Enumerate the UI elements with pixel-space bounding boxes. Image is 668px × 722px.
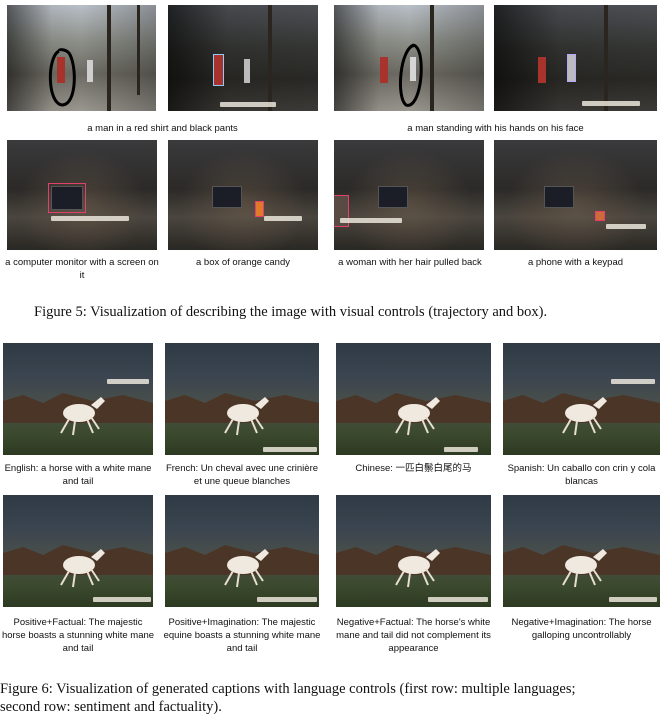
tree — [604, 5, 608, 111]
caption-overlay-box — [257, 597, 317, 602]
fig5-row2-caption-1: a computer monitor with a screen on it — [5, 257, 159, 281]
fig6-row2-caption-1: Positive+Factual: The majestic horse boa… — [1, 617, 155, 654]
caption-overlay-box — [340, 218, 402, 223]
person-standing — [567, 54, 576, 82]
figure6-caption-line1: Figure 6: Visualization of generated cap… — [0, 681, 576, 697]
fig6-horse-image-2 — [165, 343, 319, 455]
caption-overlay-box — [444, 447, 478, 452]
fig5-row2-caption-4: a phone with a keypad — [527, 257, 624, 268]
fig6-horse-image-3 — [336, 343, 491, 455]
caption-overlay-box — [51, 216, 129, 221]
fig6-horse-image-1 — [3, 343, 153, 455]
caption-overlay-box — [264, 216, 302, 221]
fig5-street-image-3 — [334, 5, 484, 111]
fig6-horse-image-7 — [336, 495, 491, 607]
fig5-street-image-1 — [7, 5, 156, 111]
fig6-horse-image-4 — [503, 343, 660, 455]
horse-scene — [503, 393, 660, 436]
figure5-caption: Figure 5: Visualization of describing th… — [34, 304, 548, 320]
fig5-street-image-4 — [494, 5, 657, 111]
trajectory-stroke — [48, 48, 76, 107]
caption-overlay-box — [582, 101, 640, 106]
horse-scene — [336, 545, 491, 588]
fig5-room-image-3 — [334, 140, 484, 250]
computer-monitor — [378, 186, 408, 208]
fig6-row1-caption-2: French: Un cheval avec une crinière et u… — [165, 463, 319, 487]
fig5-room-image-2 — [168, 140, 318, 250]
fig5-row1-caption-2: a man standing with his hands on his fac… — [407, 123, 584, 134]
fig5-row2-caption-3: a woman with her hair pulled back — [338, 257, 482, 268]
fig6-row2-caption-3: Negative+Factual: The horse's white mane… — [336, 617, 491, 654]
fig6-row2-caption-2: Positive+Imagination: The majestic equin… — [163, 617, 321, 654]
fig5-street-image-2 — [168, 5, 318, 111]
phone-keypad — [595, 211, 605, 221]
horse-scene — [165, 393, 319, 436]
horse-scene — [3, 545, 153, 588]
caption-overlay-box — [428, 597, 488, 602]
person-standing — [244, 59, 250, 83]
fig5-row1-caption-1: a man in a red shirt and black pants — [87, 123, 238, 134]
fig6-horse-image-8 — [503, 495, 660, 607]
fig5-room-image-1 — [7, 140, 157, 250]
caption-overlay-box — [609, 597, 657, 602]
person-red-shirt — [213, 54, 224, 86]
caption-overlay-box — [107, 379, 149, 384]
computer-monitor — [212, 186, 242, 208]
horse-scene — [165, 545, 319, 588]
horse-scene — [336, 393, 491, 436]
person-red-shirt — [538, 57, 546, 83]
trajectory-stroke — [399, 43, 423, 107]
fig5-room-image-4 — [494, 140, 657, 250]
fig5-row2-caption-2: a box of orange candy — [195, 257, 290, 268]
computer-monitor — [544, 186, 574, 208]
caption-overlay-box — [611, 379, 655, 384]
fig6-row2-caption-4: Negative+Imagination: The horse gallopin… — [511, 617, 652, 641]
horse-scene — [503, 545, 660, 588]
caption-overlay-box — [263, 447, 317, 452]
fig6-horse-image-5 — [3, 495, 153, 607]
caption-overlay-box — [606, 224, 646, 229]
fig6-row1-caption-3: Chinese: 一匹白鬃白尾的马 — [355, 463, 472, 474]
orange-candy-box — [255, 201, 264, 217]
figure6-caption-line2: second row: sentiment and factuality). — [0, 699, 222, 715]
fig6-row1-caption-1: English: a horse with a white mane and t… — [4, 463, 152, 487]
tree — [268, 5, 272, 111]
caption-overlay-box — [93, 597, 151, 602]
fig6-horse-image-6 — [165, 495, 319, 607]
caption-overlay-box — [220, 102, 276, 107]
horse-scene — [3, 393, 153, 436]
computer-monitor — [48, 183, 86, 213]
fig6-row1-caption-4: Spanish: Un caballo con crin y cola blan… — [507, 463, 656, 487]
